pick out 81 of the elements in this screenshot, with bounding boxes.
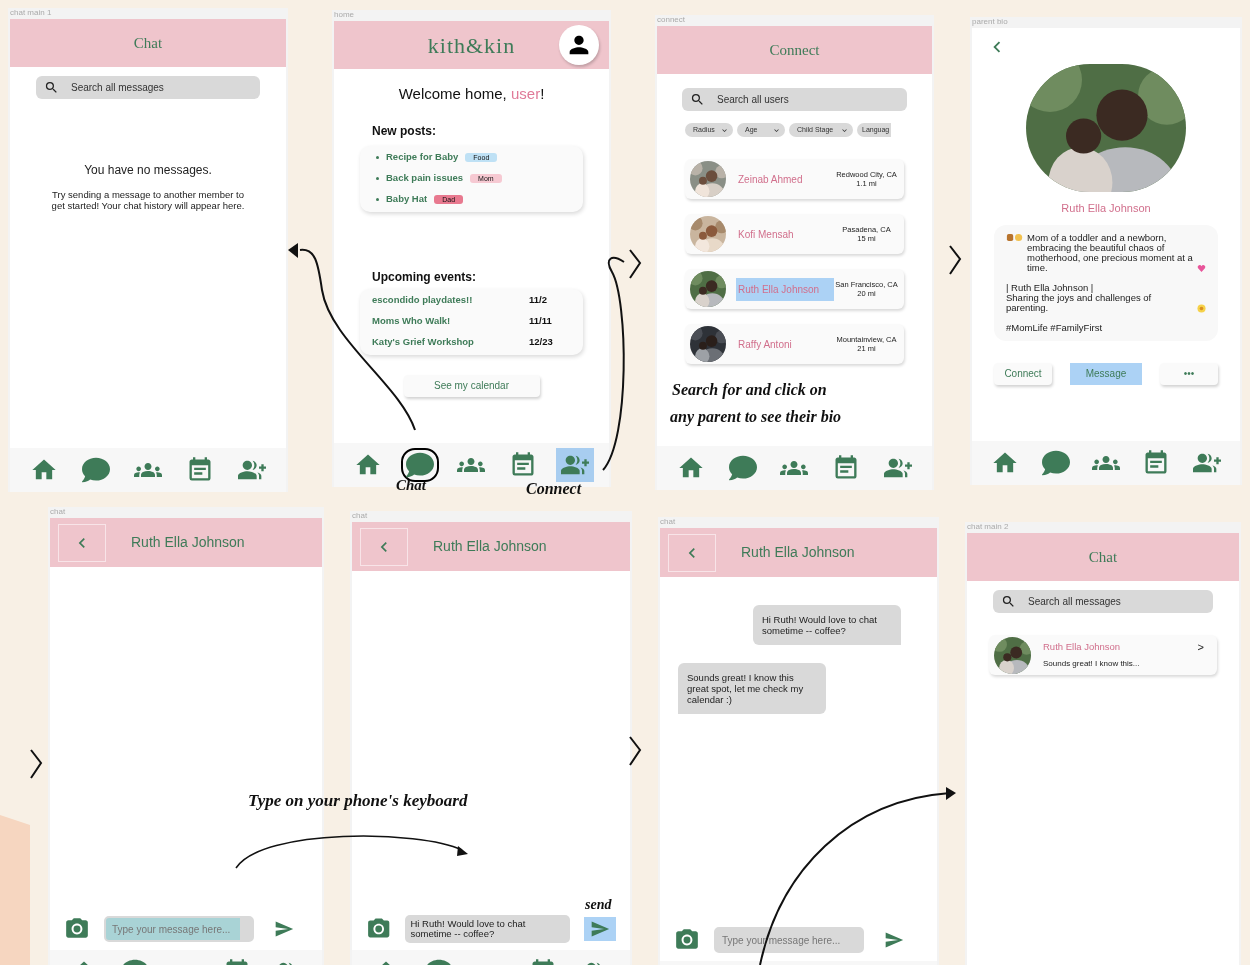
welcome-heading: Welcome home, user! — [397, 84, 546, 104]
search-icon — [44, 80, 59, 95]
received-message: Sounds great! I know this great spot, let me check my calendar :) — [678, 663, 826, 714]
chat-icon — [1041, 449, 1070, 477]
event-link[interactable]: Katy's Grief Workshop — [372, 335, 529, 350]
frame-label: chat main 1 — [10, 8, 53, 19]
handwritten-note: Chat — [396, 476, 426, 495]
bullet-icon — [376, 177, 379, 180]
sent-message: Hi Ruth! Would love to chat sometime -- coffee? — [753, 605, 901, 645]
contact-name: Ruth Ella Johnson — [131, 533, 245, 552]
frame-label: connect — [657, 15, 687, 26]
chat-tab[interactable] — [400, 448, 439, 482]
search-input[interactable]: Search all users — [717, 92, 899, 107]
handwritten-note: send — [585, 896, 612, 914]
frame-label: chat — [50, 507, 67, 518]
search-field[interactable]: Search all users — [682, 88, 907, 111]
empty-message: Try sending a message to another member to get started! Your chat history will appear here. — [50, 189, 246, 212]
arrow-mark — [628, 248, 642, 280]
message-preview: Sounds great! I know this... — [1043, 658, 1141, 671]
bullet-icon — [376, 156, 379, 159]
user-name: Ruth Ella Johnson — [736, 277, 834, 301]
post-link[interactable]: Recipe for Baby — [386, 150, 459, 165]
user-name: Zeinab Ahmed — [737, 172, 804, 187]
event-link[interactable]: Moms Who Walk! — [372, 314, 529, 329]
bio-text: Mom of a toddler and a newborn, embracing the beautiful chaos of motherhood, one precious moment at a time. — [1027, 232, 1194, 273]
event-date: 11/11 — [529, 314, 552, 329]
arrow-mark — [29, 749, 43, 779]
profile-action-button[interactable]: Connect — [994, 362, 1052, 385]
handwritten-note: Connect — [526, 479, 582, 499]
emoji-icon — [1006, 232, 1024, 242]
contact-name: Ruth Ella Johnson — [741, 543, 855, 562]
section-heading: Upcoming events: — [372, 268, 477, 286]
handwritten-note: Type on your phone's keyboard — [248, 790, 468, 812]
search-field[interactable]: Search all messages — [36, 76, 260, 99]
user-name: Kofi Mensah — [737, 227, 795, 242]
send-button[interactable] — [584, 917, 616, 941]
open-chevron: > — [1197, 640, 1204, 655]
message-input[interactable]: Type your message here... — [104, 916, 254, 942]
search-input[interactable]: Search all messages — [71, 80, 252, 95]
brand-logo: kith&kin — [427, 31, 516, 60]
profile-button[interactable] — [559, 25, 599, 65]
chat-icon — [728, 454, 757, 482]
frame-label: chat — [352, 511, 369, 522]
arrow-mark — [948, 244, 962, 276]
post-link[interactable]: Baby Hat — [386, 192, 428, 207]
message-input[interactable]: Type your message here... — [714, 927, 864, 953]
frame-label: chat — [660, 517, 677, 528]
search-icon — [1001, 594, 1016, 609]
user-name: Raffy Antoni — [737, 337, 793, 352]
flower-icon — [1197, 303, 1206, 313]
chat-icon — [405, 451, 434, 479]
screen-title: Chat — [1088, 547, 1118, 567]
bio-text: Sharing the joys and challenges of parenting. — [1006, 292, 1153, 313]
event-link[interactable]: escondido playdates!! — [372, 293, 529, 308]
screen-title: Connect — [769, 40, 820, 60]
search-input[interactable]: Search all messages — [1028, 594, 1205, 609]
conversation-item[interactable]: Ruth Ella Johnson Sounds great! I know this... > — [989, 635, 1217, 675]
search-icon — [690, 92, 705, 107]
screen-title: Chat — [133, 33, 163, 53]
event-date: 12/23 — [529, 335, 553, 350]
contact-name: Ruth Ella Johnson — [433, 537, 547, 556]
bullet-icon — [376, 198, 379, 201]
bio-text: | Ruth Ella Johnson | — [1006, 282, 1095, 293]
contact-name: Ruth Ella Johnson — [1043, 639, 1122, 654]
add-people-tab[interactable] — [556, 448, 595, 482]
bio-text: #MomLife #FamilyFirst — [1006, 322, 1104, 333]
post-link[interactable]: Back pain issues — [386, 171, 464, 186]
frame-label: home — [334, 10, 355, 21]
section-heading: New posts: — [372, 122, 437, 140]
arrow-mark — [628, 736, 642, 766]
chat-icon — [82, 456, 110, 484]
event-date: 11/2 — [529, 293, 547, 308]
handwritten-note: any parent to see their bio — [670, 407, 842, 428]
profile-name: Ruth Ella Johnson — [1061, 201, 1151, 216]
profile-action-button[interactable]: ••• — [1160, 362, 1218, 385]
search-field[interactable]: Search all messages — [993, 590, 1213, 613]
calendar-button[interactable]: See my calendar — [403, 374, 540, 397]
heart-icon — [1197, 263, 1206, 273]
empty-heading: You have no messages. — [84, 162, 212, 180]
message-input[interactable]: Hi Ruth! Would love to chat sometime -- coffee? — [405, 915, 570, 943]
handwritten-note: Search for and click on — [672, 380, 827, 401]
